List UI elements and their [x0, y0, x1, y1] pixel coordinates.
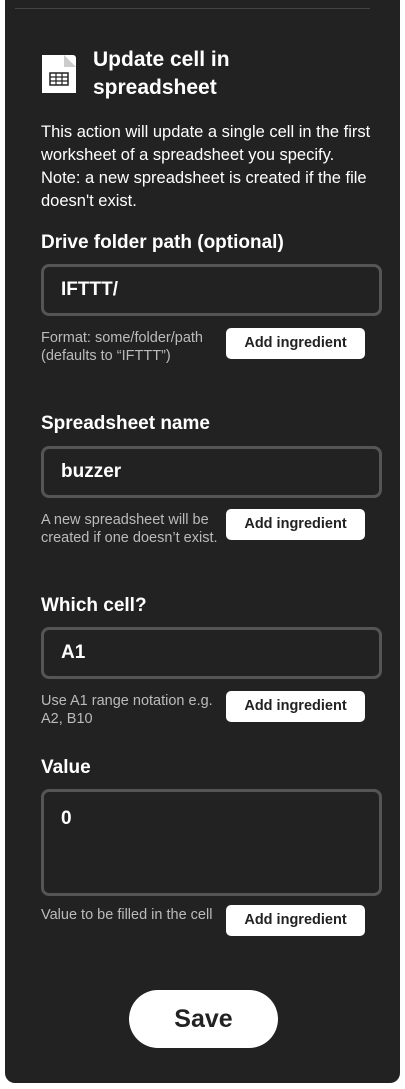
drive-folder-input[interactable]: IFTTT/ — [41, 264, 382, 316]
value-textarea[interactable]: 0 — [41, 789, 382, 896]
which-cell-label: Which cell? — [41, 595, 147, 616]
value-label: Value — [41, 757, 91, 778]
spreadsheet-name-help: A new spreadsheet will be created if one… — [41, 512, 218, 546]
which-cell-input[interactable]: A1 — [41, 627, 382, 679]
spreadsheet-icon — [42, 55, 76, 93]
action-description: This action will update a single cell in… — [41, 123, 371, 210]
divider — [15, 8, 370, 9]
drive-folder-label: Drive folder path (optional) — [41, 232, 284, 253]
spreadsheet-name-input[interactable]: buzzer — [41, 446, 382, 498]
add-ingredient-button-folder[interactable]: Add ingredient — [226, 328, 365, 359]
action-title: Update cell in spreadsheet — [93, 48, 230, 99]
add-ingredient-button-name[interactable]: Add ingredient — [226, 509, 365, 540]
add-ingredient-button-cell[interactable]: Add ingredient — [226, 691, 365, 722]
add-ingredient-button-value[interactable]: Add ingredient — [226, 905, 365, 936]
action-panel: Update cell in spreadsheet This action w… — [5, 0, 400, 1083]
value-help: Value to be filled in the cell — [41, 907, 213, 923]
drive-folder-help: Format: some/folder/path (defaults to “I… — [41, 330, 203, 364]
which-cell-help: Use A1 range notation e.g. A2, B10 — [41, 693, 213, 727]
spreadsheet-name-label: Spreadsheet name — [41, 413, 210, 434]
save-button[interactable]: Save — [129, 990, 278, 1048]
